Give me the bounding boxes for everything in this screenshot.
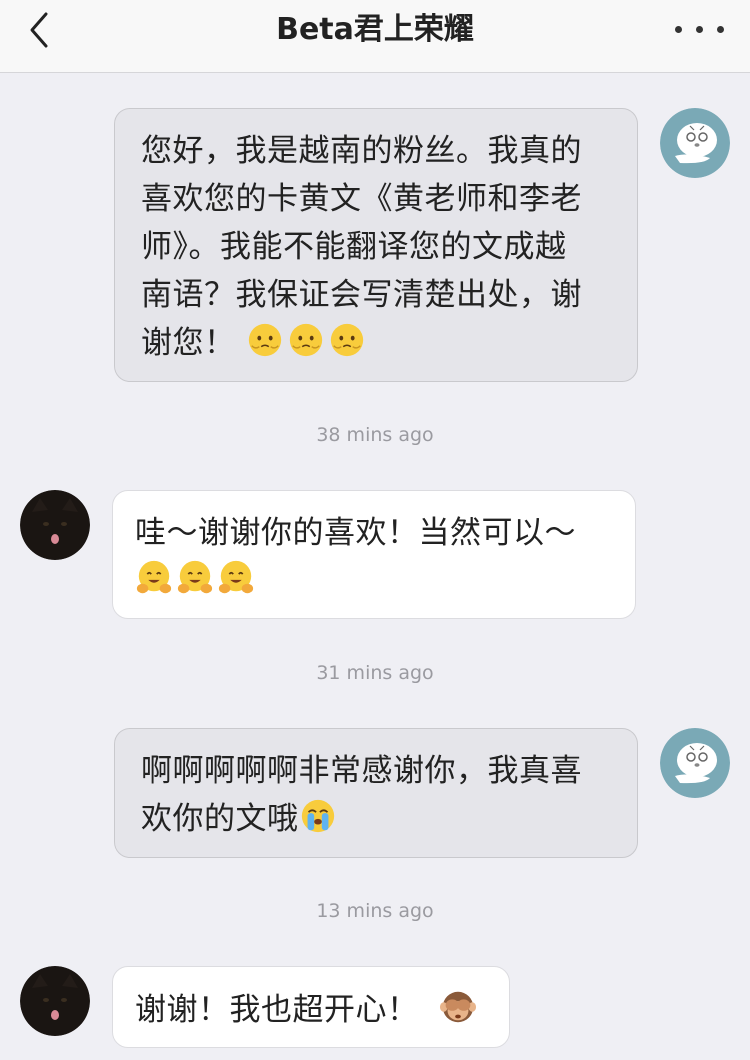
- contact-avatar[interactable]: [20, 966, 90, 1036]
- black-cat-avatar-icon: [20, 966, 90, 1036]
- black-cat-avatar-icon: [20, 490, 90, 560]
- message-text: 喜欢您的卡黄文《黄老师和李老: [141, 181, 582, 217]
- more-dot-icon: [717, 26, 724, 33]
- more-dot-icon: [696, 26, 703, 33]
- message-bubble-sent[interactable]: 啊啊啊啊啊非常感谢你，我真喜 欢你的文哦: [114, 728, 638, 858]
- message-timestamp: 38 mins ago: [316, 424, 434, 446]
- my-avatar[interactable]: [660, 728, 730, 798]
- message-text: 欢你的文哦: [141, 801, 299, 837]
- hushed-face-icon: [330, 323, 364, 357]
- chat-title: Beta君上荣耀: [276, 12, 474, 47]
- message-bubble-sent[interactable]: 您好，我是越南的粉丝。我真的 喜欢您的卡黄文《黄老师和李老 师》。我能不能翻译您…: [114, 108, 638, 382]
- contact-avatar[interactable]: [20, 490, 90, 560]
- message-text: 您好，我是越南的粉丝。我真的: [141, 133, 582, 169]
- chat-header: Beta君上荣耀: [0, 0, 750, 73]
- hugging-face-icon: [218, 560, 254, 594]
- hugging-face-icon: [177, 560, 213, 594]
- message-bubble-received[interactable]: 谢谢！我也超开心！: [112, 966, 510, 1048]
- message-timestamp: 13 mins ago: [316, 900, 434, 922]
- message-timestamp: 31 mins ago: [316, 662, 434, 684]
- seal-avatar-icon: [660, 108, 730, 178]
- message-text: 啊啊啊啊啊非常感谢你，我真喜: [141, 753, 582, 789]
- more-options-button[interactable]: [672, 12, 728, 48]
- message-text: 哇～谢谢你的喜欢！当然可以～: [135, 515, 576, 551]
- message-text: 谢谢！我也超开心！: [135, 992, 419, 1028]
- more-dot-icon: [675, 26, 682, 33]
- my-avatar[interactable]: [660, 108, 730, 178]
- hushed-face-icon: [248, 323, 282, 357]
- hushed-face-icon: [289, 323, 323, 357]
- crying-face-icon: [301, 799, 334, 833]
- message-text: 师》。我能不能翻译您的文成越: [141, 229, 567, 265]
- hugging-face-icon: [136, 560, 172, 594]
- message-text: 谢您！: [141, 325, 236, 361]
- message-text: 南语？我保证会写清楚出处，谢: [141, 277, 582, 313]
- seal-avatar-icon: [660, 728, 730, 798]
- message-bubble-received[interactable]: 哇～谢谢你的喜欢！当然可以～: [112, 490, 636, 619]
- see-no-evil-monkey-icon: [439, 991, 476, 1023]
